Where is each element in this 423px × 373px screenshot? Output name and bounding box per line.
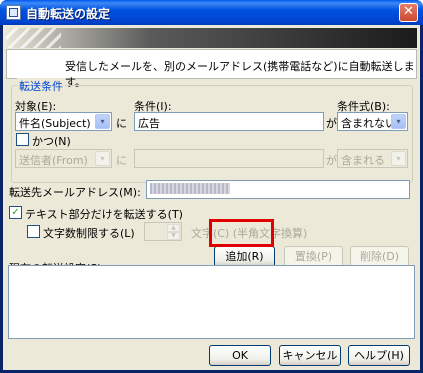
spin-down-icon[interactable]: ▼: [167, 232, 180, 240]
target-select[interactable]: 件名(Subject) ▾: [15, 112, 112, 131]
help-button[interactable]: ヘルプ(H): [348, 345, 410, 366]
char-limit-spinner[interactable]: ▲ ▼: [144, 222, 182, 241]
target2-select[interactable]: 送信者(From) ▾: [15, 149, 112, 168]
target-select-value: 件名(Subject): [19, 117, 91, 130]
text-only-checkbox[interactable]: ✓: [9, 206, 22, 219]
ni-particle: に: [116, 117, 127, 130]
current-settings-list[interactable]: [8, 265, 415, 339]
char-limit-checkbox[interactable]: [27, 225, 40, 238]
title-bar[interactable]: 自動転送の設定 ✕: [0, 0, 423, 25]
ga-particle-2: が: [326, 154, 337, 167]
text-only-label: テキスト部分だけを転送する(T): [25, 208, 183, 221]
forward-address-input[interactable]: [146, 180, 410, 199]
add-button[interactable]: 追加(R): [214, 246, 275, 267]
expression2-select[interactable]: 含まれる ▾: [337, 149, 408, 168]
auto-forward-settings-window: 自動転送の設定 ✕ 受信したメールを、別のメールアドレス(携帯電話など)に自動転…: [0, 0, 423, 373]
close-button[interactable]: ✕: [399, 3, 418, 22]
banner-stripes: [6, 28, 61, 48]
chevron-down-icon[interactable]: ▾: [391, 114, 406, 129]
forward-conditions-label: 転送条件: [17, 78, 65, 94]
expression-select-value: 含まれない: [341, 117, 396, 130]
app-icon: [6, 5, 21, 20]
replace-button[interactable]: 置換(P): [284, 246, 343, 267]
target2-select-value: 送信者(From): [19, 154, 88, 167]
char-limit-label: 文字数制限する(L): [43, 227, 135, 240]
chevron-down-icon[interactable]: ▾: [95, 151, 110, 166]
add-button-highlight: [209, 219, 274, 247]
expression-select[interactable]: 含まれない ▾: [337, 112, 408, 131]
delete-button[interactable]: 削除(D): [350, 246, 409, 267]
condition2-input[interactable]: [134, 149, 324, 168]
chevron-down-icon[interactable]: ▾: [95, 114, 110, 129]
description-panel: 受信したメールを、別のメールアドレス(携帯電話など)に自動転送します。: [6, 49, 417, 89]
window-title: 自動転送の設定: [26, 7, 111, 21]
chevron-down-icon[interactable]: ▾: [391, 151, 406, 166]
dialog-body: 受信したメールを、別のメールアドレス(携帯電話など)に自動転送します。 転送条件…: [3, 25, 420, 370]
condition-input[interactable]: 広告: [134, 112, 324, 131]
and-label: かつ(N): [32, 135, 71, 148]
cancel-button[interactable]: キャンセル: [279, 345, 341, 366]
masked-address: [150, 183, 230, 194]
and-checkbox[interactable]: [16, 133, 29, 146]
spin-up-icon[interactable]: ▲: [167, 224, 180, 232]
expression2-select-value: 含まれる: [341, 154, 385, 167]
condition-input-value: 広告: [138, 117, 160, 130]
ga-particle: が: [326, 117, 337, 130]
header-banner: [6, 28, 417, 48]
ok-button[interactable]: OK: [209, 345, 271, 366]
ni-particle-2: に: [116, 154, 127, 167]
forward-address-label: 転送先メールアドレス(M):: [9, 186, 141, 199]
